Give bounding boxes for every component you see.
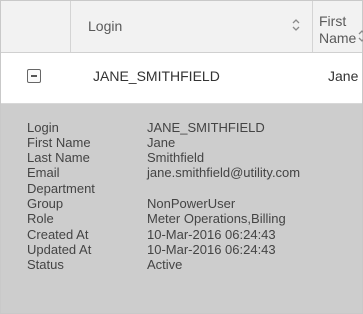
collapse-icon[interactable] xyxy=(27,69,41,83)
detail-label: Role xyxy=(27,211,54,226)
column-header-login-label: Login xyxy=(88,18,123,34)
detail-value: Jane xyxy=(147,135,176,150)
column-header-first-name-label: First Name xyxy=(319,13,356,47)
detail-row-last-name: Last Name Smithfield xyxy=(1,150,362,165)
detail-label: Last Name xyxy=(27,150,90,165)
detail-value: NonPowerUser xyxy=(147,196,236,211)
column-header-first-name[interactable]: First Name xyxy=(313,1,363,52)
detail-label: Status xyxy=(27,257,64,272)
table-row[interactable]: JANE_SMITHFIELD Jane xyxy=(1,53,362,104)
column-header-login[interactable]: Login xyxy=(71,1,313,52)
column-header-first-name-line1: First xyxy=(319,13,347,29)
detail-label: Created At xyxy=(27,227,89,242)
detail-value: Smithfield xyxy=(147,150,205,165)
detail-label: Department xyxy=(27,181,95,196)
row-login-value: JANE_SMITHFIELD xyxy=(93,68,220,84)
detail-value: Meter Operations,Billing xyxy=(147,211,286,226)
detail-label: First Name xyxy=(27,135,91,150)
row-first-name-value: Jane xyxy=(328,68,359,84)
detail-row-department: Department xyxy=(1,181,362,196)
detail-value: 10-Mar-2016 06:24:43 xyxy=(147,242,276,257)
detail-row-login: Login JANE_SMITHFIELD xyxy=(1,120,362,135)
row-detail-panel: Login JANE_SMITHFIELD First Name Jane La… xyxy=(1,104,362,313)
detail-row-group: Group NonPowerUser xyxy=(1,196,362,211)
sort-icon[interactable] xyxy=(357,29,363,43)
detail-value: JANE_SMITHFIELD xyxy=(147,120,265,135)
detail-label: Updated At xyxy=(27,242,92,257)
detail-value: 10-Mar-2016 06:24:43 xyxy=(147,227,276,242)
detail-row-updated-at: Updated At 10-Mar-2016 06:24:43 xyxy=(1,242,362,257)
user-grid: Login First Name JANE_SMITHFIELD Jane Lo… xyxy=(0,0,363,314)
detail-row-email: Email jane.smithfield@utility.com xyxy=(1,165,362,180)
detail-row-created-at: Created At 10-Mar-2016 06:24:43 xyxy=(1,227,362,242)
expand-column-header xyxy=(1,1,71,52)
table-header: Login First Name xyxy=(1,1,363,53)
detail-label: Group xyxy=(27,196,64,211)
detail-value: jane.smithfield@utility.com xyxy=(147,165,301,180)
detail-value: Active xyxy=(147,257,183,272)
column-header-first-name-line2: Name xyxy=(319,30,357,46)
detail-label: Email xyxy=(27,165,60,180)
detail-row-status: Status Active xyxy=(1,257,362,272)
detail-row-role: Role Meter Operations,Billing xyxy=(1,211,362,226)
sort-icon[interactable] xyxy=(291,18,301,32)
detail-row-first-name: First Name Jane xyxy=(1,135,362,150)
detail-label: Login xyxy=(27,120,59,135)
